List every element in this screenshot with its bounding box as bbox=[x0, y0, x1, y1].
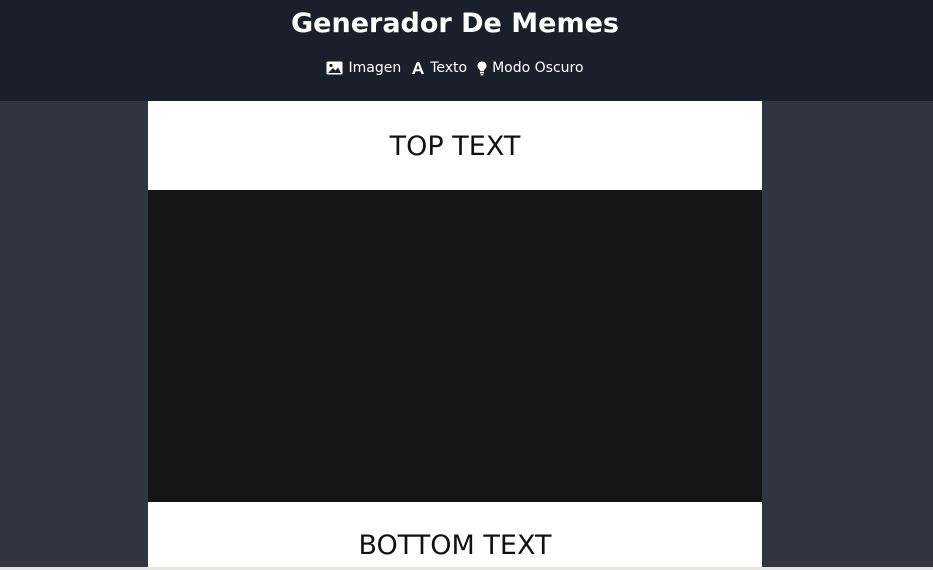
text-font-icon bbox=[411, 61, 425, 75]
nav-item-label: Imagen bbox=[348, 60, 402, 76]
main-nav: Imagen Texto Modo Oscuro bbox=[0, 58, 910, 78]
image-icon bbox=[326, 61, 343, 75]
nav-item-modo-oscuro[interactable]: Modo Oscuro bbox=[477, 58, 584, 78]
meme-canvas: TOP TEXT BOTTOM TEXT bbox=[148, 101, 762, 570]
nav-item-label: Texto bbox=[430, 60, 468, 76]
bottom-text: BOTTOM TEXT bbox=[358, 530, 552, 561]
nav-item-label: Modo Oscuro bbox=[492, 60, 584, 76]
meme-bottom-caption: BOTTOM TEXT bbox=[148, 502, 762, 570]
top-text: TOP TEXT bbox=[389, 131, 521, 162]
meme-top-caption: TOP TEXT bbox=[148, 101, 762, 190]
page-title: Generador De Memes bbox=[291, 8, 619, 39]
app-header: Generador De Memes Imagen Texto Modo Osc… bbox=[0, 0, 933, 101]
meme-image-area bbox=[148, 190, 762, 502]
lightbulb-icon bbox=[477, 61, 487, 76]
nav-item-imagen[interactable]: Imagen bbox=[326, 58, 401, 78]
nav-item-texto[interactable]: Texto bbox=[411, 58, 467, 78]
